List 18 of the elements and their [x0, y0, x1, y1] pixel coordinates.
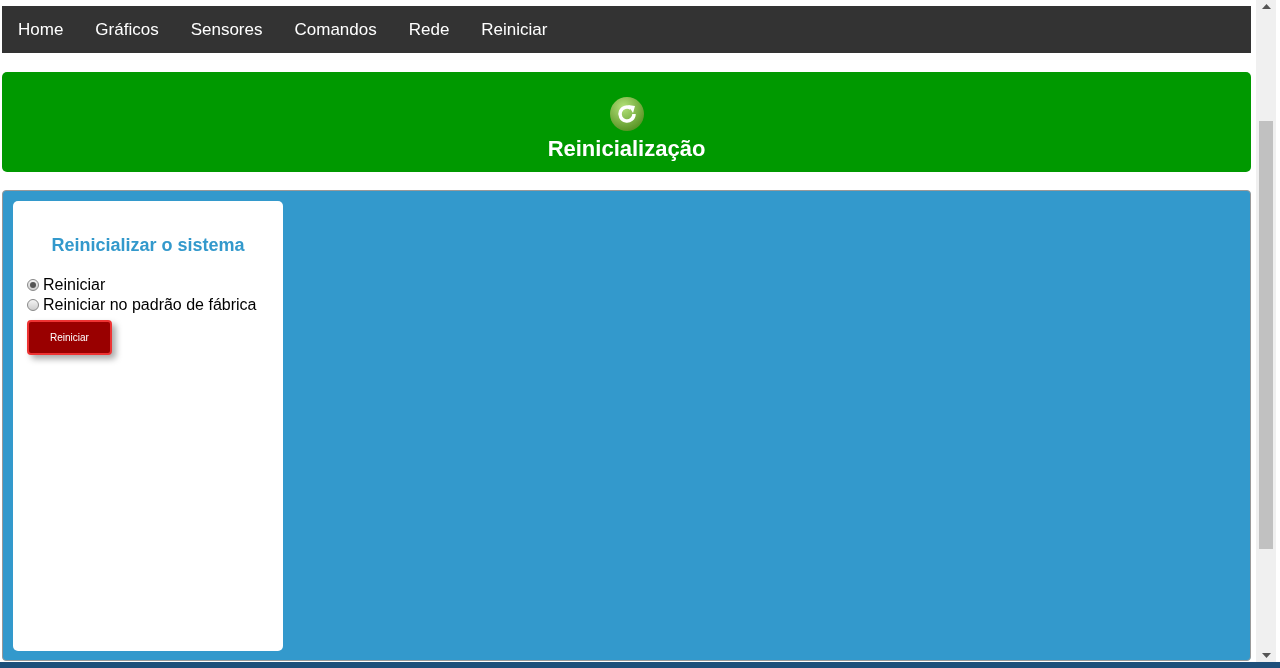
- nav-link[interactable]: Rede: [398, 16, 466, 43]
- radio-button[interactable]: [27, 298, 39, 311]
- scrollbar-thumb[interactable]: [1259, 121, 1273, 549]
- nav-link[interactable]: Reiniciar: [471, 16, 564, 43]
- scroll-up-icon[interactable]: [1261, 4, 1271, 9]
- nav-link[interactable]: Gráficos: [85, 16, 175, 43]
- radio-button[interactable]: [27, 278, 39, 291]
- panel-title: Reinicializar o sistema: [50, 235, 246, 257]
- refresh-icon: [608, 95, 645, 132]
- restart-button[interactable]: Reiniciar: [27, 319, 112, 355]
- radio-label: Reiniciar no padrão de fábrica: [43, 294, 257, 315]
- scrollbar[interactable]: [1256, 0, 1276, 662]
- nav-link[interactable]: Home: [8, 16, 80, 43]
- nav-link[interactable]: Sensores: [180, 16, 279, 43]
- radio-label: Reiniciar: [43, 274, 106, 295]
- nav-link[interactable]: Comandos: [284, 16, 393, 43]
- scroll-down-icon[interactable]: [1261, 653, 1271, 658]
- page-title: Reinicialização: [547, 135, 706, 162]
